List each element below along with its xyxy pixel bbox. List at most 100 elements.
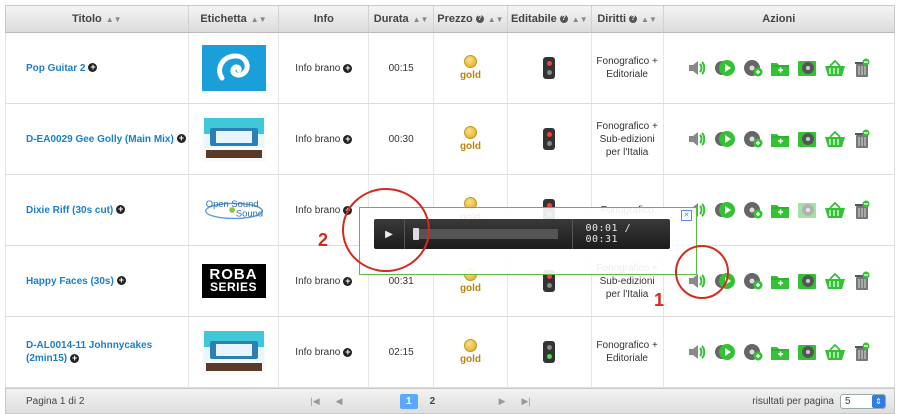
plus-circle-icon[interactable]: + — [176, 134, 186, 144]
disc-add-icon[interactable] — [743, 130, 763, 148]
disc-add-icon[interactable] — [743, 59, 763, 77]
folder-add-icon[interactable] — [770, 130, 790, 148]
sort-icon[interactable]: ▲▼ — [106, 15, 122, 24]
info-brano-link[interactable]: Info brano — [295, 134, 340, 145]
disc-icon[interactable] — [797, 59, 817, 77]
duration-text: 02:15 — [388, 346, 414, 358]
speaker-icon[interactable] — [687, 130, 707, 148]
play-circle-icon[interactable] — [714, 130, 736, 148]
sort-icon[interactable]: ▲▼ — [413, 15, 429, 24]
sort-icon[interactable]: ▲▼ — [641, 15, 657, 24]
plus-circle-icon[interactable]: + — [343, 347, 353, 357]
prev-page-icon[interactable]: ◀ — [330, 396, 348, 407]
track-title-link[interactable]: Happy Faces (30s) + — [26, 275, 126, 288]
sort-icon[interactable]: ▲▼ — [572, 15, 588, 24]
cell-label — [189, 33, 280, 103]
trash-icon[interactable] — [853, 200, 871, 220]
duration-text: 00:30 — [388, 133, 414, 145]
speaker-icon[interactable] — [687, 59, 707, 77]
plus-circle-icon[interactable]: + — [343, 276, 353, 286]
cell-actions — [664, 33, 894, 103]
play-circle-icon[interactable] — [714, 343, 736, 361]
basket-icon[interactable] — [824, 272, 846, 290]
info-brano-link[interactable]: Info brano — [295, 276, 340, 287]
cell-price: gold — [434, 317, 508, 387]
rights-text: Fonografico + Editoriale — [596, 340, 658, 364]
first-page-icon[interactable]: |◀ — [306, 396, 324, 407]
wave-logo — [201, 45, 266, 91]
rights-text: Fonografico + Editoriale — [596, 56, 658, 80]
plus-circle-icon[interactable]: + — [116, 276, 126, 286]
header-editabile[interactable]: Editabile? ▲▼ — [508, 6, 592, 32]
folder-add-icon[interactable] — [770, 272, 790, 290]
cell-info[interactable]: Info brano + — [279, 104, 370, 174]
folder-add-icon[interactable] — [770, 201, 790, 219]
track-title-link[interactable]: D-EA0029 Gee Golly (Main Mix) + — [26, 133, 186, 146]
disc-add-icon[interactable] — [743, 343, 763, 361]
cell-actions — [664, 104, 894, 174]
header-titolo[interactable]: Titolo ▲▼ — [6, 6, 189, 32]
page-1-button[interactable]: 1 — [400, 393, 418, 409]
next-page-icon[interactable]: ▶ — [493, 396, 511, 407]
track-title-link[interactable]: Pop Guitar 2 + — [26, 62, 98, 75]
traffic-light-icon — [543, 57, 556, 79]
basket-icon[interactable] — [824, 130, 846, 148]
annotation-circle-1 — [675, 245, 729, 299]
info-brano-link[interactable]: Info brano — [295, 347, 340, 358]
plus-circle-icon[interactable]: + — [343, 63, 353, 73]
cell-duration: 00:30 — [369, 104, 435, 174]
basket-icon[interactable] — [824, 343, 846, 361]
disc-icon[interactable] — [797, 201, 817, 219]
cell-title: D-AL0014-11 Johnnycakes (2min15) + — [6, 317, 189, 387]
disc-icon[interactable] — [797, 272, 817, 290]
last-page-icon[interactable]: ▶| — [517, 396, 535, 407]
player-time: 00:01 / 00:31 — [585, 223, 632, 245]
disc-add-icon[interactable] — [743, 272, 763, 290]
basket-icon[interactable] — [824, 201, 846, 219]
info-brano-link[interactable]: Info brano — [295, 205, 340, 216]
sort-icon[interactable]: ▲▼ — [488, 15, 504, 24]
rpp-select[interactable]: 5 ⇕ — [840, 393, 886, 409]
help-icon[interactable]: ? — [629, 15, 638, 23]
cell-label — [189, 317, 280, 387]
cell-info[interactable]: Info brano + — [279, 33, 370, 103]
header-durata[interactable]: Durata ▲▼ — [369, 6, 435, 32]
play-circle-icon[interactable] — [714, 59, 736, 77]
folder-add-icon[interactable] — [770, 343, 790, 361]
folder-add-icon[interactable] — [770, 59, 790, 77]
cell-editable — [508, 317, 592, 387]
disc-icon[interactable] — [797, 343, 817, 361]
sort-icon[interactable]: ▲▼ — [251, 15, 267, 24]
track-title-link[interactable]: D-AL0014-11 Johnnycakes (2min15) + — [26, 339, 188, 365]
header-info: Info — [279, 6, 370, 32]
traffic-light-icon — [543, 341, 556, 363]
speaker-icon[interactable] — [687, 343, 707, 361]
header-prezzo[interactable]: Prezzo? ▲▼ — [434, 6, 508, 32]
trash-icon[interactable] — [853, 129, 871, 149]
cell-editable — [508, 33, 592, 103]
plus-circle-icon[interactable]: + — [88, 63, 98, 73]
table-row: D-EA0029 Gee Golly (Main Mix) + Info brano… — [5, 104, 895, 175]
close-icon[interactable]: ✕ — [681, 210, 692, 221]
trash-icon[interactable] — [853, 271, 871, 291]
plus-circle-icon[interactable]: + — [116, 205, 126, 215]
header-diritti[interactable]: Diritti? ▲▼ — [592, 6, 664, 32]
help-icon[interactable]: ? — [559, 15, 568, 23]
cell-label — [189, 104, 280, 174]
cell-title: D-EA0029 Gee Golly (Main Mix) + — [6, 104, 189, 174]
plus-circle-icon[interactable]: + — [343, 134, 353, 144]
plus-circle-icon[interactable]: + — [70, 353, 80, 363]
disc-icon[interactable] — [797, 130, 817, 148]
basket-icon[interactable] — [824, 59, 846, 77]
page-2-button[interactable]: 2 — [424, 394, 442, 409]
cell-info[interactable]: Info brano + — [279, 317, 370, 387]
play-circle-icon[interactable] — [714, 201, 736, 219]
trash-icon[interactable] — [853, 58, 871, 78]
progress-bar[interactable] — [412, 228, 559, 240]
help-icon[interactable]: ? — [475, 15, 484, 23]
header-etichetta[interactable]: Etichetta ▲▼ — [189, 6, 280, 32]
trash-icon[interactable] — [853, 342, 871, 362]
info-brano-link[interactable]: Info brano — [295, 63, 340, 74]
track-title-link[interactable]: Dixie Riff (30s cut) + — [26, 204, 126, 217]
disc-add-icon[interactable] — [743, 201, 763, 219]
